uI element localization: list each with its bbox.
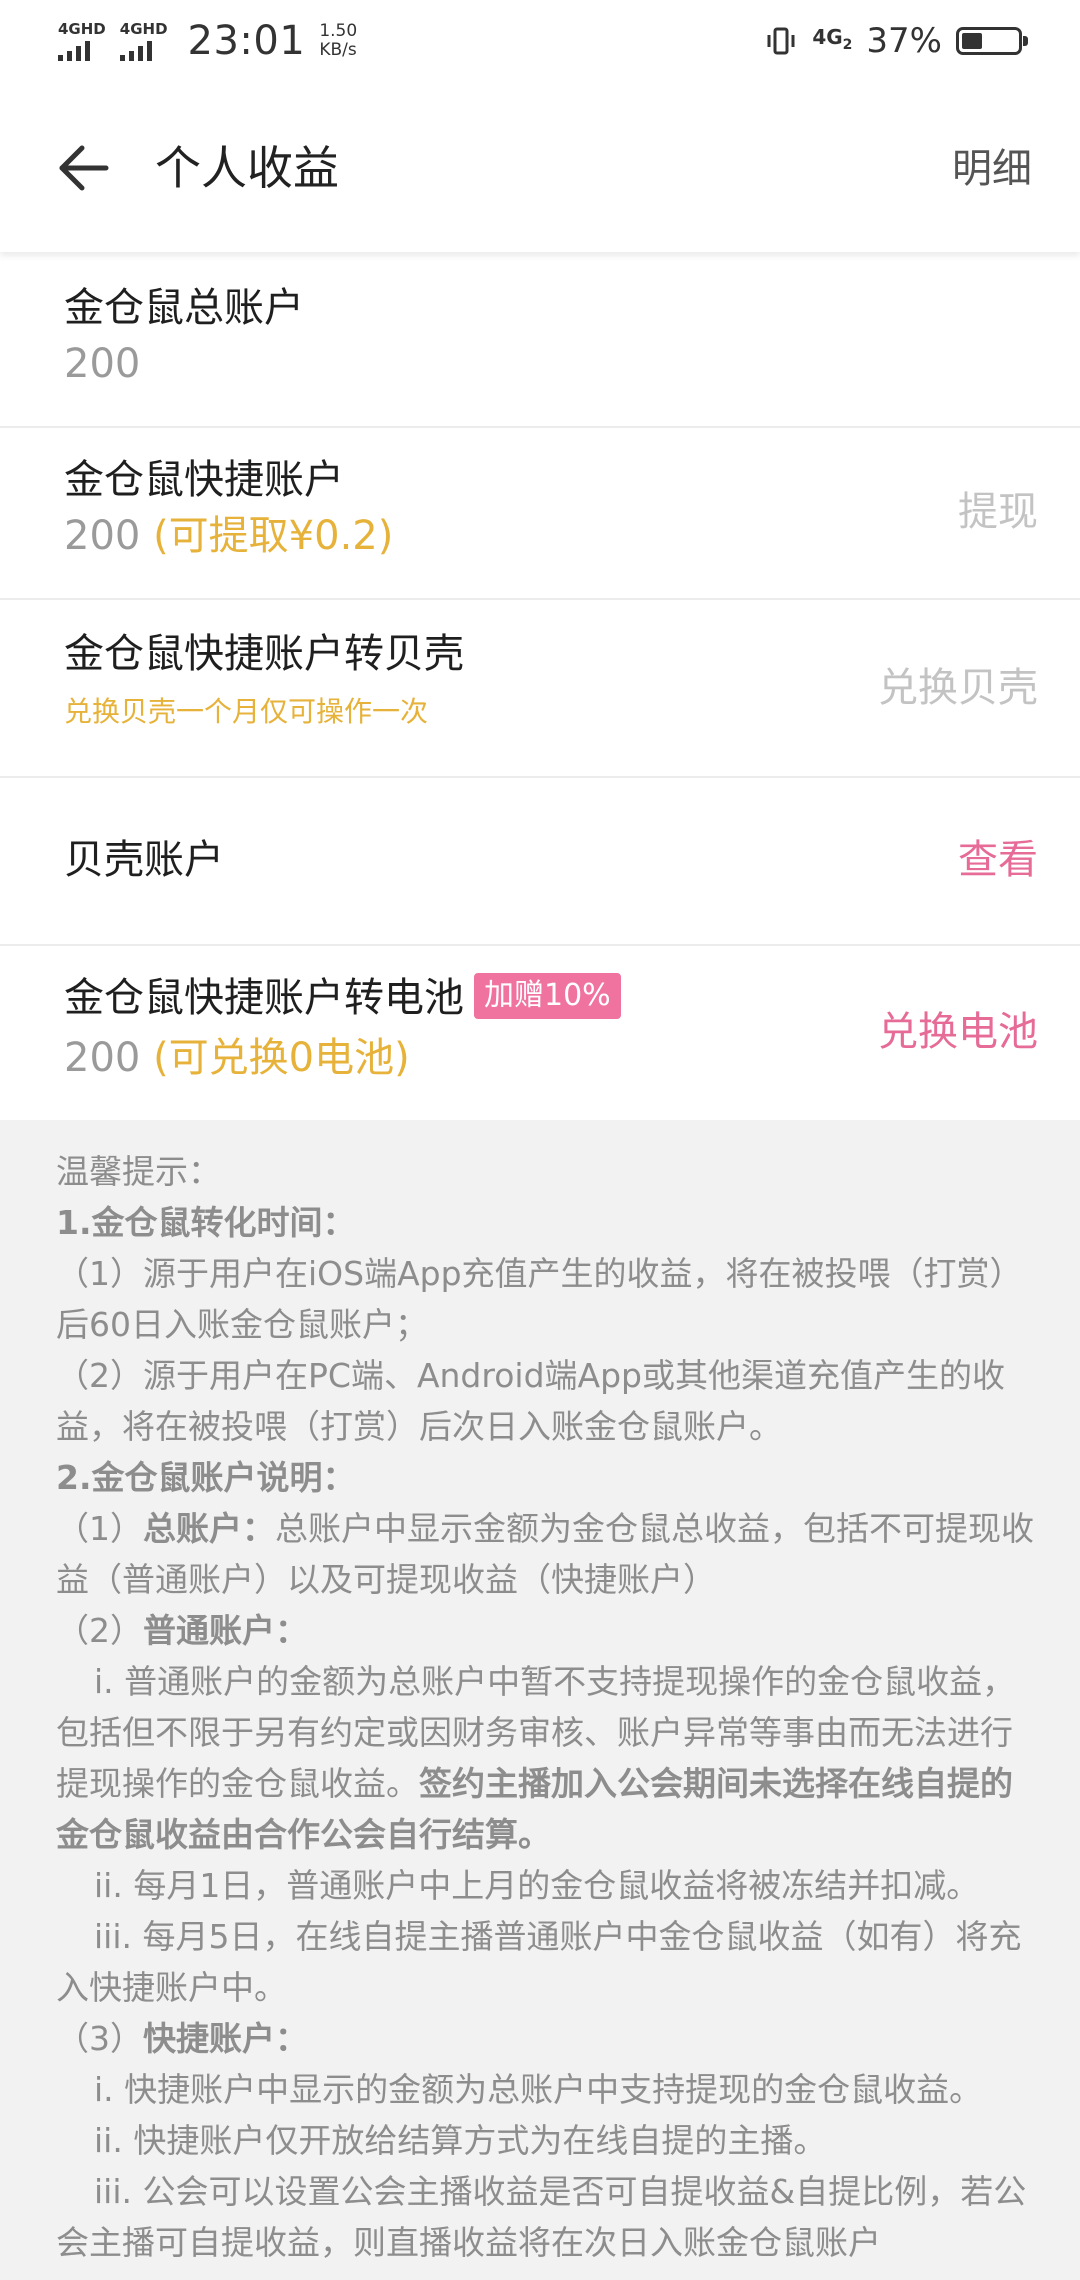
exchange-shell-button[interactable]: 兑换贝壳	[878, 662, 1038, 714]
sim2-signal-icon: 4GHD	[119, 20, 168, 61]
battery-exchange-title: 金仓鼠快捷账户转电池	[64, 975, 464, 1021]
speed-unit: KB/s	[319, 40, 357, 60]
quick-account-value-line: 200 (可提取¥0.2)	[64, 510, 393, 562]
tips-s2-p3-item-ii: ii. 快捷账户仅开放给结算方式为在线自提的主播。	[94, 2121, 827, 2160]
arrow-left-icon[interactable]	[56, 140, 112, 196]
shell-exchange-note: 兑换贝壳一个月仅可操作一次	[64, 695, 429, 728]
battery-exchange-hint: (可兑换0电池)	[153, 1035, 410, 1081]
total-account-title: 金仓鼠总账户	[64, 285, 304, 331]
tips-s2-p2-label: 普通账户：	[143, 1611, 308, 1650]
battery-exchange-value-line: 200 (可兑换0电池)	[64, 1032, 410, 1084]
tips-s2-p3-label: 快捷账户：	[143, 2019, 308, 2058]
battery-icon	[956, 27, 1028, 55]
net-sub: 2	[842, 37, 853, 53]
quick-account-withdrawable: (可提取¥0.2)	[153, 513, 394, 559]
battery-level	[962, 33, 982, 49]
tips-section1-title: 1.金仓鼠转化时间：	[56, 1203, 356, 1242]
status-bar: 4GHD 4GHD 23:01 1.50 KB/s 4G2 37%	[0, 0, 1080, 82]
tips-s1-paragraph1: （1）源于用户在iOS端App充值产生的收益，将在被投喂（打赏）后60日入账金仓…	[56, 1254, 1023, 1344]
tips-s2-p2-item-ii: ii. 每月1日，普通账户中上月的金仓鼠收益将被冻结并扣减。	[94, 1866, 980, 1905]
view-shell-button[interactable]: 查看	[958, 834, 1038, 886]
sim1-label: 4GHD	[58, 20, 106, 38]
tips-s2-p1-label: 总账户：	[143, 1509, 275, 1548]
status-left: 4GHD 4GHD 23:01 1.50 KB/s	[58, 14, 357, 68]
page-title: 个人收益	[155, 141, 339, 195]
tips-s2-p2-item-iii: iii. 每月5日，在线自提主播普通账户中金仓鼠收益（如有）将充入快捷账户中。	[56, 1917, 1022, 2007]
quick-account-title: 金仓鼠快捷账户	[64, 457, 344, 503]
shell-exchange-title: 金仓鼠快捷账户转贝壳	[64, 631, 464, 677]
tips-section2-title: 2.金仓鼠账户说明：	[56, 1458, 356, 1497]
battery-exchange-title-line: 金仓鼠快捷账户转电池 加赠10%	[64, 972, 621, 1024]
battery-exchange-value: 200	[64, 1035, 141, 1081]
total-account-row: 金仓鼠总账户 200	[0, 252, 1080, 428]
sim2-label: 4GHD	[119, 20, 168, 38]
net-label: 4G	[812, 25, 843, 49]
tips-content: 温馨提示： 1.金仓鼠转化时间： （1）源于用户在iOS端App充值产生的收益，…	[56, 1146, 1036, 2268]
clock: 23:01	[187, 18, 306, 64]
tips-s2-p3-item-i: i. 快捷账户中显示的金额为总账户中支持提现的金仓鼠收益。	[94, 2070, 983, 2109]
tips-s2-p1-prefix: （1）	[56, 1509, 143, 1548]
vibrate-icon	[764, 24, 798, 58]
tips-section: 温馨提示： 1.金仓鼠转化时间： （1）源于用户在iOS端App充值产生的收益，…	[0, 1120, 1080, 2280]
tips-s2-paragraph2: （2）普通账户：	[56, 1605, 1036, 1656]
exchange-battery-button[interactable]: 兑换电池	[878, 1006, 1038, 1058]
quick-account-row: 金仓鼠快捷账户 200 (可提取¥0.2) 提现	[0, 428, 1080, 600]
tips-s2-paragraph3: （3）快捷账户：	[56, 2013, 1036, 2064]
tips-s1-paragraph2: （2）源于用户在PC端、Android端App或其他渠道充值产生的收益，将在被投…	[56, 1356, 1005, 1446]
tips-s2-p2-prefix: （2）	[56, 1611, 143, 1650]
tips-s2-p3-item-iii: iii. 公会可以设置公会主播收益是否可自提收益&自提比例，若公会主播可自提收益…	[56, 2172, 1027, 2262]
speed-value: 1.50	[319, 21, 358, 41]
quick-account-value: 200	[64, 513, 141, 559]
top-app-bar: 个人收益 明细	[0, 82, 1080, 252]
network-type-icon: 4G2	[812, 27, 852, 55]
network-speed: 1.50 KB/s	[319, 22, 357, 60]
tips-heading: 温馨提示：	[56, 1152, 221, 1191]
battery-percent: 37%	[866, 21, 942, 61]
tips-s2-p2-item-i: i. 普通账户的金额为总账户中暂不支持提现操作的金仓鼠收益，包括但不限于另有约定…	[56, 1656, 1036, 1860]
detail-button[interactable]: 明细	[952, 142, 1032, 196]
bonus-badge: 加赠10%	[474, 973, 621, 1019]
status-right: 4G2 37%	[764, 14, 1028, 68]
tips-s2-p3-prefix: （3）	[56, 2019, 143, 2058]
sim1-signal-icon: 4GHD	[58, 21, 106, 61]
battery-exchange-row: 金仓鼠快捷账户转电池 加赠10% 200 (可兑换0电池) 兑换电池	[0, 946, 1080, 1120]
total-account-value: 200	[64, 341, 141, 387]
shell-account-row: 贝壳账户 查看	[0, 778, 1080, 946]
withdraw-button[interactable]: 提现	[958, 486, 1038, 538]
tips-s2-paragraph1: （1）总账户：总账户中显示金额为金仓鼠总收益，包括不可提现收益（普通账户）以及可…	[56, 1503, 1036, 1605]
shell-account-title: 贝壳账户	[64, 837, 224, 883]
account-list: 金仓鼠总账户 200 金仓鼠快捷账户 200 (可提取¥0.2) 提现 金仓鼠快…	[0, 252, 1080, 1120]
shell-exchange-row: 金仓鼠快捷账户转贝壳 兑换贝壳一个月仅可操作一次 兑换贝壳	[0, 600, 1080, 778]
